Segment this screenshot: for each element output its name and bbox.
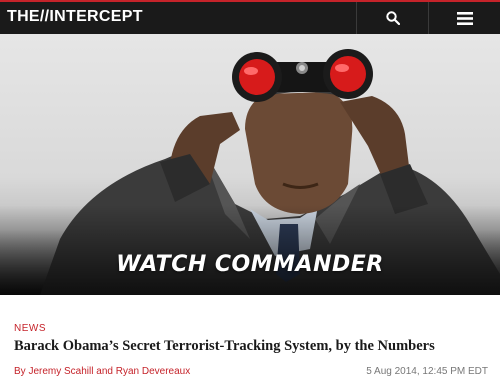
menu-button[interactable] (428, 2, 500, 34)
hamburger-menu-icon (457, 11, 473, 25)
search-icon (386, 11, 400, 25)
article-headline[interactable]: Barack Obama’s Secret Terrorist-Tracking… (14, 338, 494, 355)
hero-gradient-overlay (0, 205, 500, 295)
byline-prefix: By (14, 366, 26, 377)
author-link-2[interactable]: Ryan Devereaux (116, 366, 190, 377)
search-button[interactable] (356, 2, 429, 34)
article-category[interactable]: NEWS (14, 323, 46, 334)
author-link-1[interactable]: Jeremy Scahill (28, 366, 93, 377)
section-title[interactable]: WATCH COMMANDER (0, 252, 500, 277)
top-nav-bar: THE//INTERCEPT (0, 0, 500, 34)
hero-image[interactable]: WATCH COMMANDER (0, 34, 500, 295)
site-logo[interactable]: THE//INTERCEPT (7, 8, 143, 26)
byline-and: and (96, 366, 113, 377)
article-timestamp: 5 Aug 2014, 12:45 PM EDT (366, 366, 488, 377)
article-byline: By Jeremy Scahill and Ryan Devereaux (14, 366, 190, 377)
